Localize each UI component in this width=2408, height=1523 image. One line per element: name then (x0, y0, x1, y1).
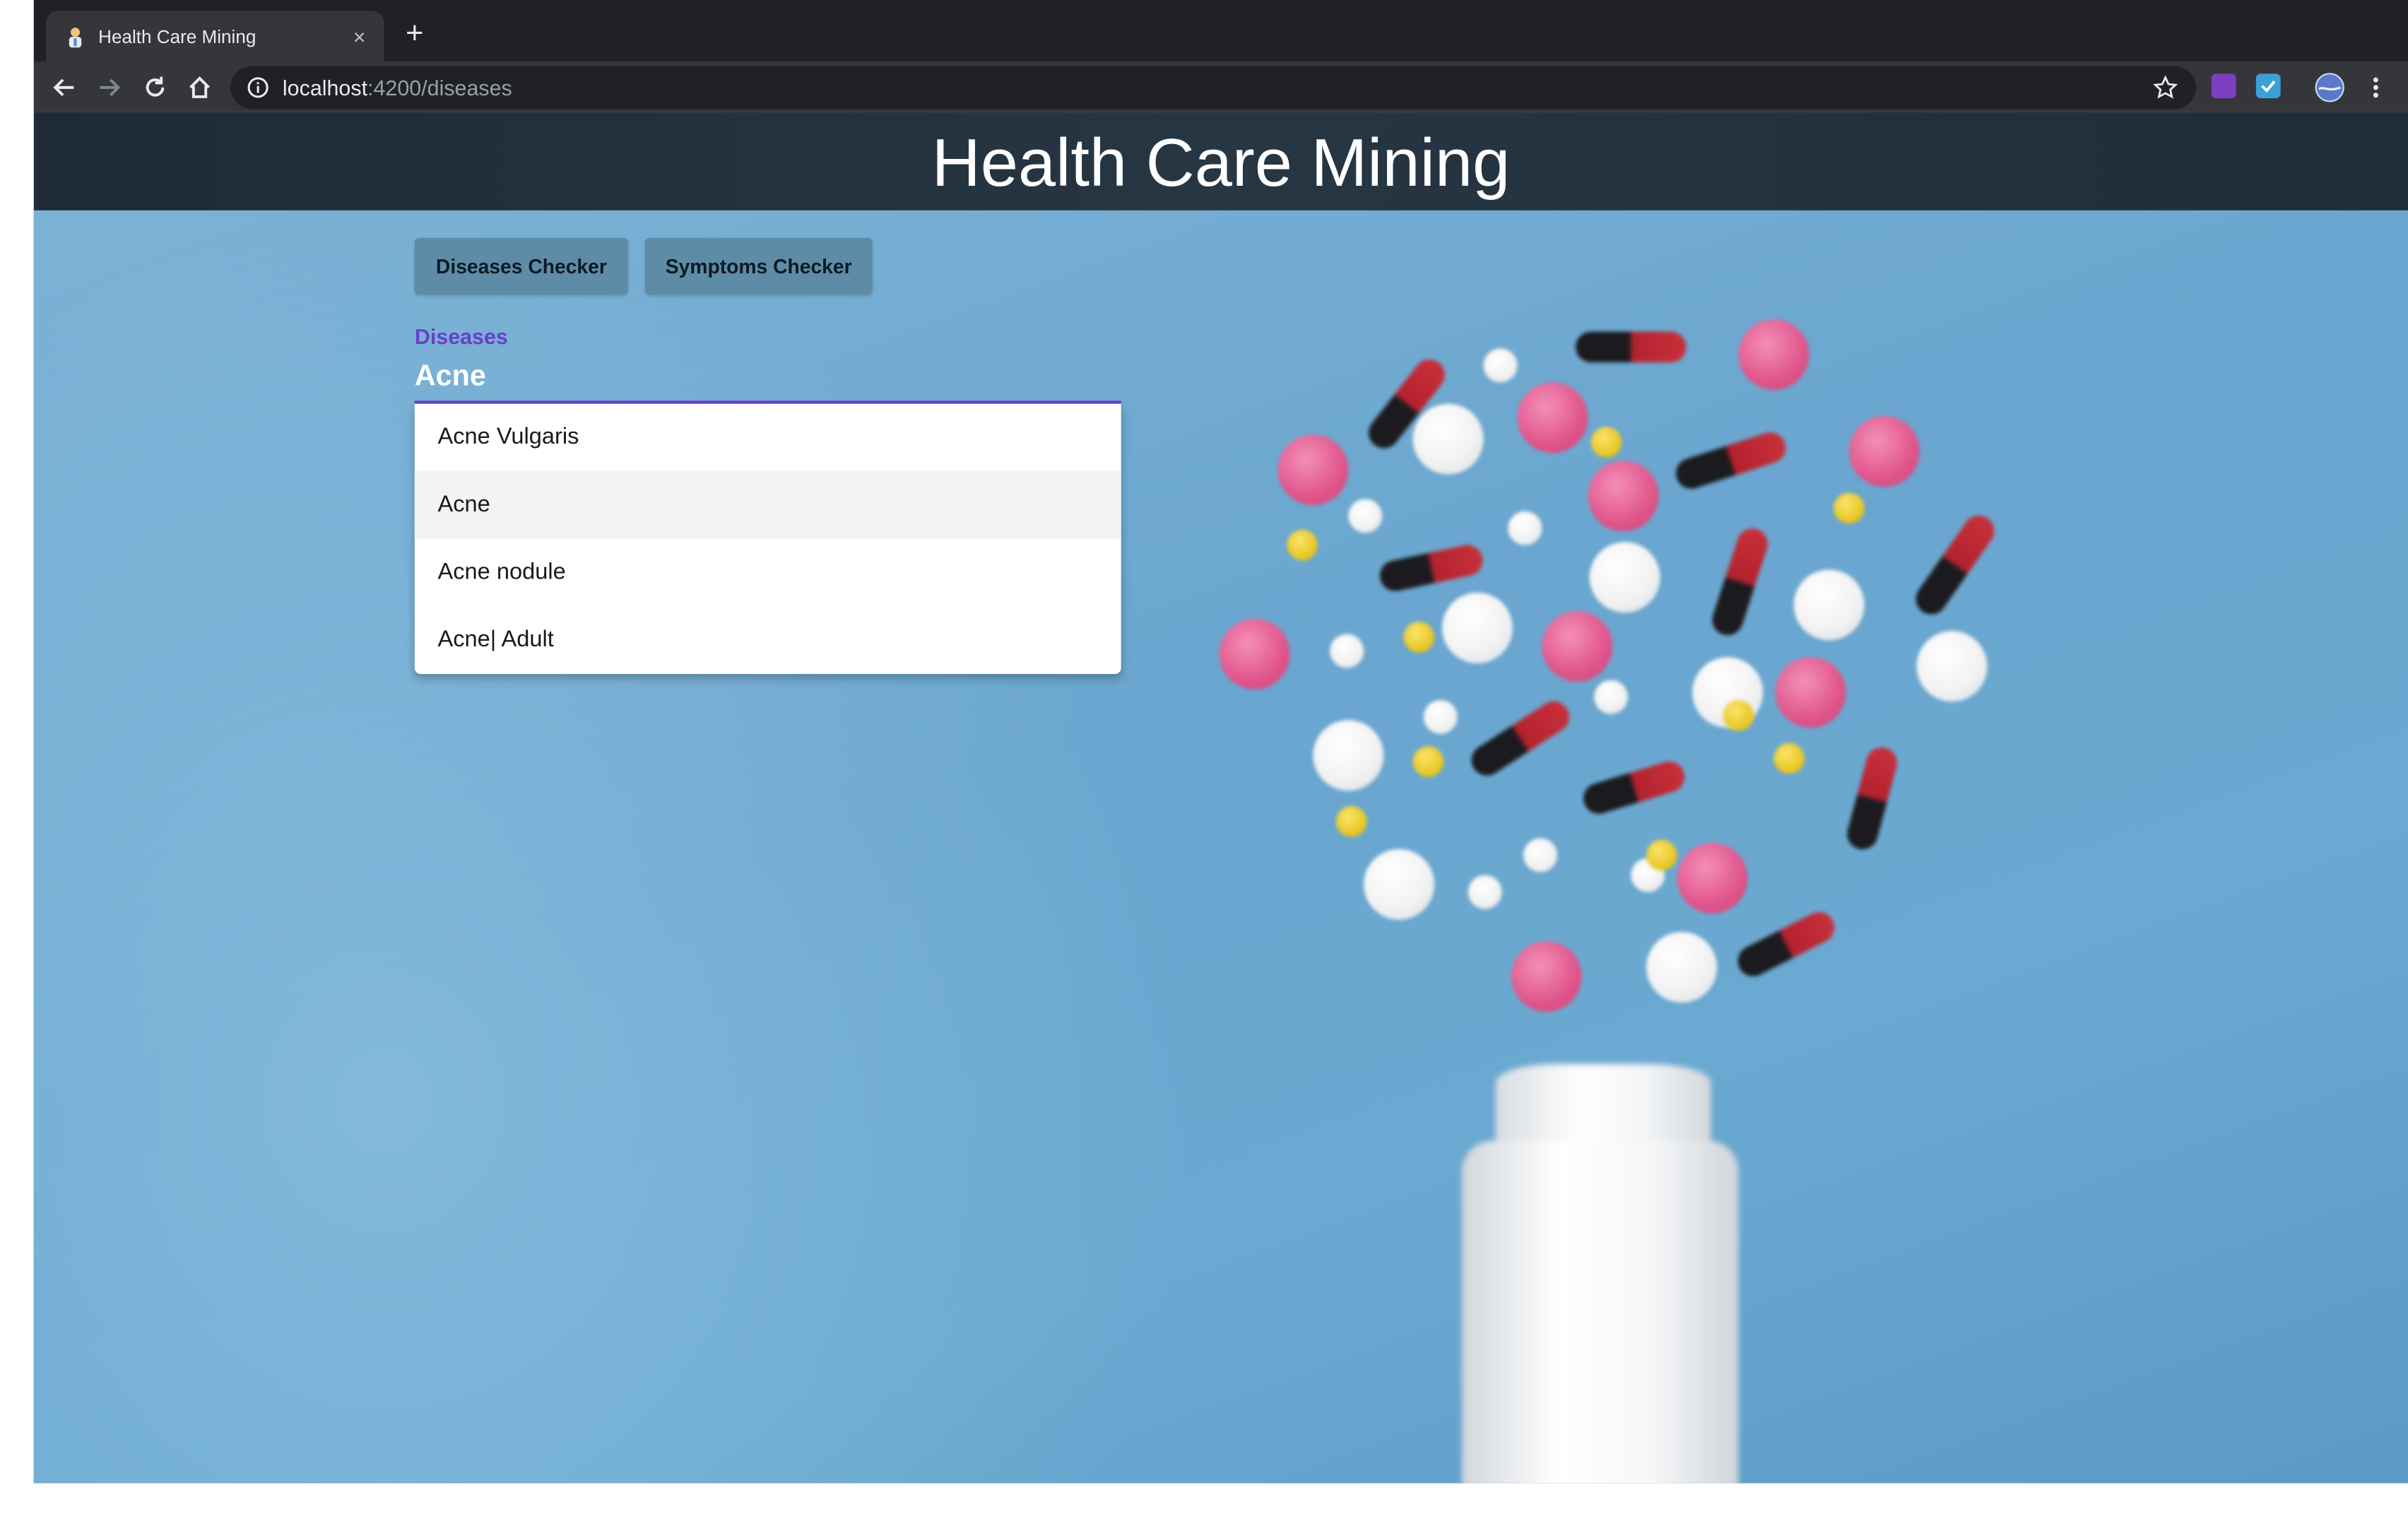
browser-toolbar: localhost:4200/diseases (33, 61, 2408, 112)
url-path: :4200/diseases (367, 75, 512, 100)
url-host: localhost (282, 75, 368, 100)
app-title: Health Care Mining (931, 126, 1511, 201)
browser-tab[interactable]: Health Care Mining × (46, 11, 384, 61)
back-icon[interactable] (47, 71, 81, 105)
todo-extension-icon[interactable] (2255, 73, 2281, 99)
autocomplete-dropdown: Acne Vulgaris Acne Acne nodule Acne| Adu… (414, 403, 1121, 675)
page-content: Health Care Mining Diseases Checker Symp… (33, 112, 2408, 1483)
home-icon[interactable] (183, 71, 217, 105)
autocomplete-option[interactable]: Acne Vulgaris (415, 404, 1121, 472)
autocomplete-option[interactable]: Acne| Adult (415, 607, 1121, 675)
symptoms-checker-button[interactable]: Symptoms Checker (644, 237, 873, 295)
onenote-extension-icon[interactable] (2211, 73, 2236, 99)
doctor-icon (64, 25, 85, 47)
close-icon[interactable]: × (347, 24, 372, 49)
app-header: Health Care Mining (33, 112, 2408, 211)
new-tab-button[interactable]: + (399, 18, 430, 49)
diseases-field-label: Diseases (414, 324, 508, 349)
browser-window: Health Care Mining × + localhost:4200/d… (33, 0, 2408, 1483)
site-info-icon[interactable] (246, 76, 271, 100)
profile-avatar-icon[interactable] (2313, 71, 2347, 105)
tab-title: Health Care Mining (98, 25, 256, 47)
address-bar[interactable]: localhost:4200/diseases (230, 66, 2197, 109)
bookmark-star-icon[interactable] (2149, 71, 2183, 105)
pill-bottle-image (1462, 1064, 1739, 1483)
reload-icon[interactable] (138, 71, 172, 105)
diseases-input[interactable]: Acne (415, 361, 486, 395)
diseases-checker-button[interactable]: Diseases Checker (414, 237, 628, 295)
menu-icon[interactable] (2359, 71, 2392, 105)
autocomplete-option-highlighted[interactable]: Acne (414, 471, 1121, 539)
forward-icon[interactable] (92, 71, 126, 105)
screen: Health Care Mining × + localhost:4200/d… (0, 0, 2408, 1523)
autocomplete-option[interactable]: Acne nodule (415, 539, 1121, 607)
tab-strip: Health Care Mining × + (33, 0, 2408, 61)
